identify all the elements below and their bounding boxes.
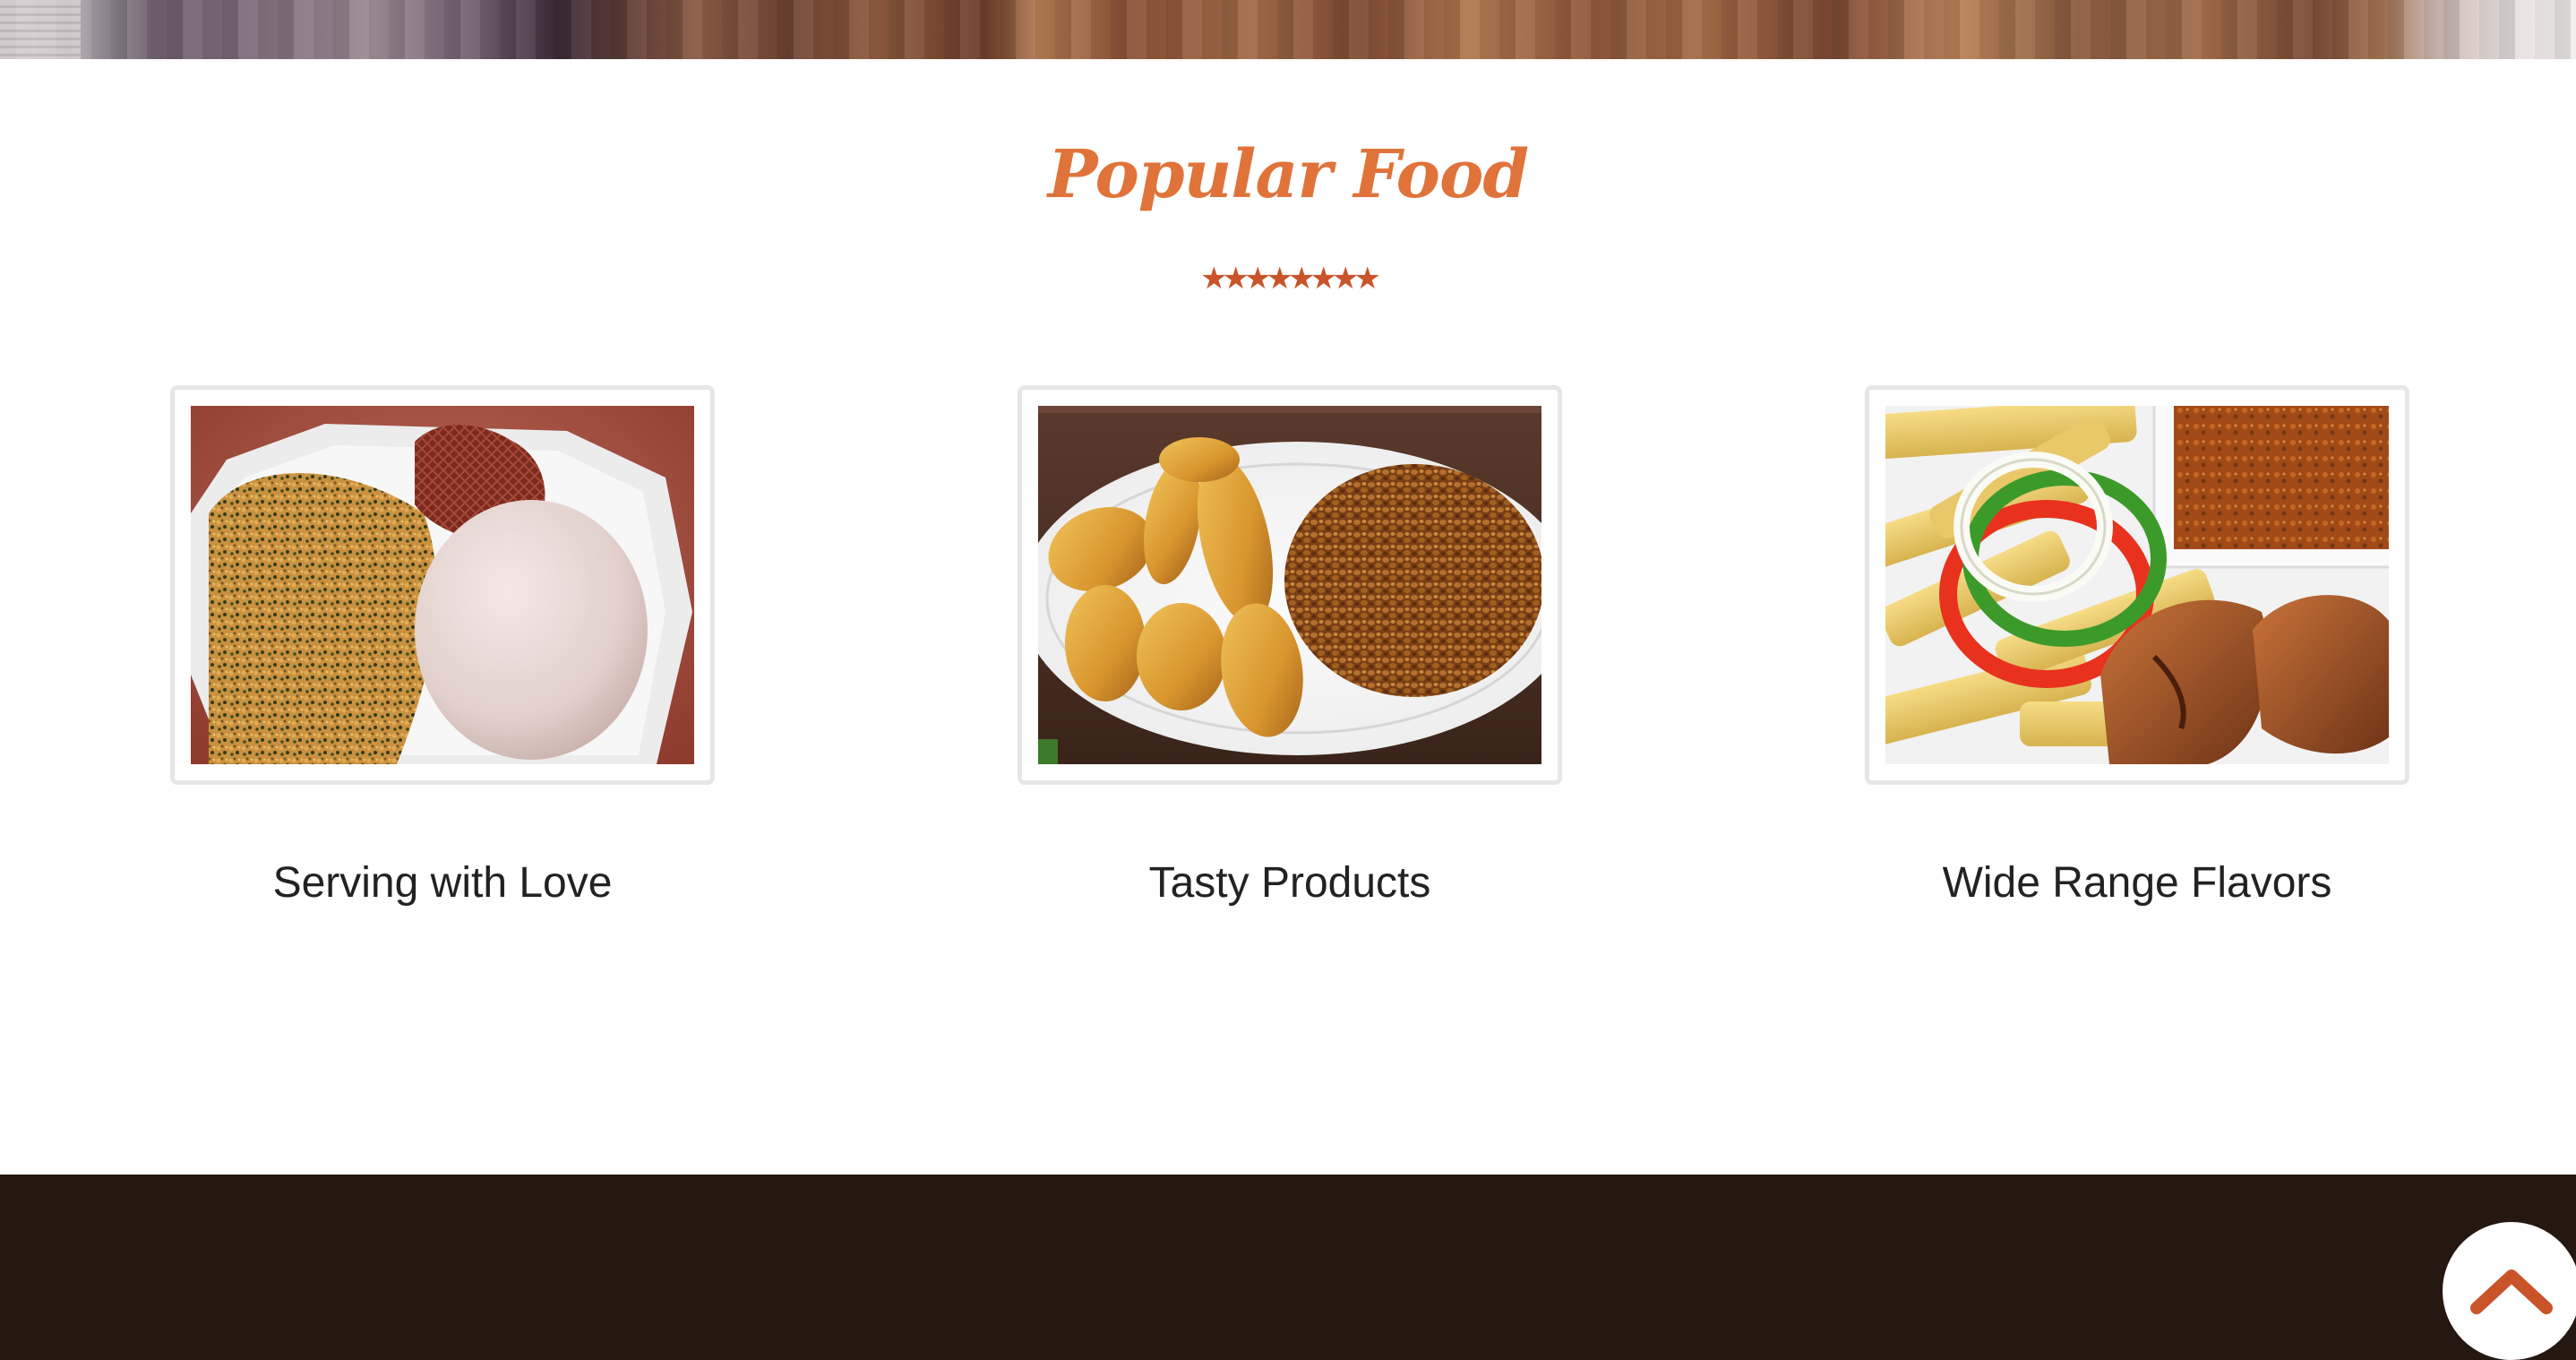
food-image-egusi-pounded-yam[interactable] xyxy=(191,406,694,764)
back-to-top-button[interactable] xyxy=(2443,1222,2576,1360)
food-card-2[interactable] xyxy=(1018,385,1562,785)
food-card-3[interactable] xyxy=(1865,385,2409,785)
hero-banner-edge xyxy=(0,0,81,59)
hero-banner-image xyxy=(0,0,2576,59)
food-card-3-label: Wide Range Flavors xyxy=(1942,859,2332,907)
hero-banner-texture xyxy=(0,0,2576,59)
food-photo-2 xyxy=(1038,406,1541,764)
chevron-up-icon xyxy=(2470,1270,2553,1314)
section-stars-divider: ★★★★★★★★ xyxy=(1200,261,1381,297)
section-title: Popular Food xyxy=(1047,136,1529,213)
footer xyxy=(0,1175,2576,1360)
food-card-2-label: Tasty Products xyxy=(1148,859,1431,907)
food-photo-3 xyxy=(1885,406,2389,764)
food-card-1[interactable] xyxy=(170,385,715,785)
food-image-plantain-beans[interactable] xyxy=(1038,406,1541,764)
food-image-yam-fish-peppers[interactable] xyxy=(1885,406,2389,764)
food-card-1-label: Serving with Love xyxy=(272,859,613,907)
food-photo-1 xyxy=(191,406,694,764)
